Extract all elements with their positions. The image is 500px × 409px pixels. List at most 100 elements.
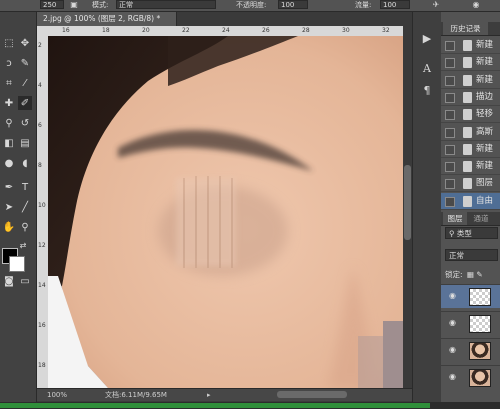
history-source-checkbox[interactable]	[445, 144, 455, 155]
ruler-corner	[37, 26, 48, 36]
toolbox: ⬚ ✥ ↄ ✎ ⌗ ⁄ ✚ ✐ ⚲ ↺ ◧ ▤ ● ◖ ✒ T ➤ ╱ ✋ ⚲ …	[0, 12, 37, 402]
history-source-checkbox[interactable]	[445, 92, 455, 103]
opacity-field[interactable]: 100	[278, 0, 308, 9]
zoom-level[interactable]: 100%	[47, 389, 67, 401]
layer-row[interactable]: ◉	[441, 365, 500, 389]
tab-layers[interactable]: 图层	[443, 212, 467, 225]
history-item[interactable]: 新建	[441, 158, 500, 176]
status-menu-icon[interactable]: ▸	[207, 389, 211, 401]
lasso-tool-icon[interactable]: ↄ	[2, 56, 16, 70]
ruler-tick: 10	[38, 202, 46, 209]
mode-select[interactable]: 正常	[116, 0, 216, 9]
visibility-eye-icon[interactable]: ◉	[449, 319, 459, 327]
path-select-tool-icon[interactable]: ➤	[2, 200, 16, 214]
play-action-icon[interactable]: ▶	[419, 30, 435, 46]
marquee-tool-icon[interactable]: ⬚	[2, 36, 16, 50]
document-size: 文档:6.11M/9.65M	[105, 391, 167, 399]
quick-mask-icon[interactable]: ◙	[2, 274, 16, 288]
ruler-tick: 16	[38, 322, 46, 329]
layer-thumbnail	[469, 369, 491, 387]
background-color-swatch[interactable]	[9, 256, 25, 272]
history-tab[interactable]: 历史记录	[443, 22, 488, 35]
paragraph-panel-icon[interactable]: ¶	[419, 82, 435, 98]
lock-transparency-icon[interactable]: ▦	[467, 270, 474, 279]
layer-row[interactable]: ◉	[441, 311, 500, 335]
airbrush-icon[interactable]: ✈	[430, 0, 442, 10]
history-item[interactable]: 轻移	[441, 106, 500, 124]
layer-row[interactable]: ◉	[441, 284, 500, 308]
history-source-checkbox[interactable]	[445, 75, 455, 86]
brush-size-field[interactable]: 250	[40, 0, 64, 9]
history-brush-tool-icon[interactable]: ↺	[18, 116, 32, 130]
history-item-label: 新建	[476, 40, 494, 50]
zoom-tool-icon[interactable]: ⚲	[18, 220, 32, 234]
history-item-label: 新建	[476, 161, 494, 172]
layer-row[interactable]: ◉	[441, 338, 500, 362]
history-state-icon	[463, 195, 472, 207]
stamp-tool-icon[interactable]: ⚲	[2, 116, 16, 130]
history-item[interactable]: 描边	[441, 89, 500, 106]
blend-mode-select[interactable]: 正常	[445, 249, 498, 261]
line-tool-icon[interactable]: ╱	[18, 200, 32, 214]
ruler-tick: 6	[38, 122, 42, 129]
history-state-icon	[463, 91, 472, 103]
visibility-eye-icon[interactable]: ◉	[449, 292, 459, 300]
tab-bar-empty	[177, 12, 412, 26]
screen-mode-icon[interactable]: ▭	[18, 274, 32, 288]
visibility-eye-icon[interactable]: ◉	[449, 346, 459, 354]
history-item[interactable]: 新建	[441, 72, 500, 89]
options-bar: 250 ▣ 模式: 正常 不透明度: 100 流量: 100 ✈ ◉	[0, 0, 500, 12]
history-source-checkbox[interactable]	[445, 41, 455, 51]
character-panel-icon[interactable]: A	[419, 60, 435, 76]
history-item-label: 高斯	[476, 126, 494, 137]
history-item-label: 新建	[476, 143, 494, 154]
crop-tool-icon[interactable]: ⌗	[2, 76, 16, 90]
document-canvas[interactable]	[48, 36, 403, 388]
horizontal-scroll-thumb[interactable]	[277, 391, 347, 398]
blur-tool-icon[interactable]: ●	[2, 156, 16, 170]
history-item[interactable]: 自由	[441, 192, 500, 210]
ruler-tick: 22	[182, 27, 190, 34]
history-source-checkbox[interactable]	[445, 58, 455, 69]
history-item[interactable]: 新建	[441, 54, 500, 72]
pressure-icon[interactable]: ◉	[470, 0, 482, 10]
healing-tool-icon[interactable]: ✚	[2, 96, 16, 110]
eraser-tool-icon[interactable]: ◧	[2, 136, 16, 150]
brush-panel-icon[interactable]: ▣	[68, 0, 80, 10]
eyedropper-tool-icon[interactable]: ⁄	[18, 76, 32, 90]
ruler-tick: 2	[38, 42, 42, 49]
dodge-tool-icon[interactable]: ◖	[18, 156, 32, 170]
vertical-scroll-thumb[interactable]	[404, 165, 411, 240]
document-tab[interactable]: 2.jpg @ 100% (图层 2, RGB/8) *	[37, 12, 177, 26]
quick-select-tool-icon[interactable]: ✎	[18, 56, 32, 70]
history-source-checkbox[interactable]	[445, 110, 455, 121]
pen-tool-icon[interactable]: ✒	[2, 180, 16, 194]
layer-filter-select[interactable]: ⚲ 类型	[445, 227, 498, 239]
history-source-checkbox[interactable]	[445, 127, 455, 138]
collapsed-panel-dock: ▶ A ¶	[412, 12, 442, 402]
history-item[interactable]: 高斯	[441, 124, 500, 141]
history-item[interactable]: 新建	[441, 37, 500, 54]
lock-paint-icon[interactable]: ✎	[476, 270, 482, 279]
history-source-checkbox[interactable]	[445, 196, 455, 207]
tab-channels[interactable]: 通道	[470, 212, 492, 225]
visibility-eye-icon[interactable]: ◉	[449, 373, 459, 381]
move-tool-icon[interactable]: ✥	[18, 36, 32, 50]
history-item-label: 图层	[476, 178, 494, 189]
ruler-tick: 8	[38, 162, 42, 169]
history-item[interactable]: 新建	[441, 141, 500, 158]
progress-bar	[0, 403, 430, 408]
gradient-tool-icon[interactable]: ▤	[18, 136, 32, 150]
hand-tool-icon[interactable]: ✋	[2, 220, 16, 234]
flow-field[interactable]: 100	[380, 0, 410, 9]
history-state-icon	[463, 74, 472, 86]
history-item-label: 描边	[476, 91, 494, 102]
lock-row: 锁定: ▦ ✎	[445, 269, 483, 280]
swap-colors-icon[interactable]: ⇄	[18, 240, 28, 250]
history-item[interactable]: 图层	[441, 175, 500, 193]
brush-tool-icon[interactable]: ✐	[18, 96, 32, 110]
history-source-checkbox[interactable]	[445, 162, 455, 173]
type-tool-icon[interactable]: T	[18, 180, 32, 194]
history-source-checkbox[interactable]	[445, 179, 455, 190]
flow-label: 流量:	[355, 1, 372, 9]
